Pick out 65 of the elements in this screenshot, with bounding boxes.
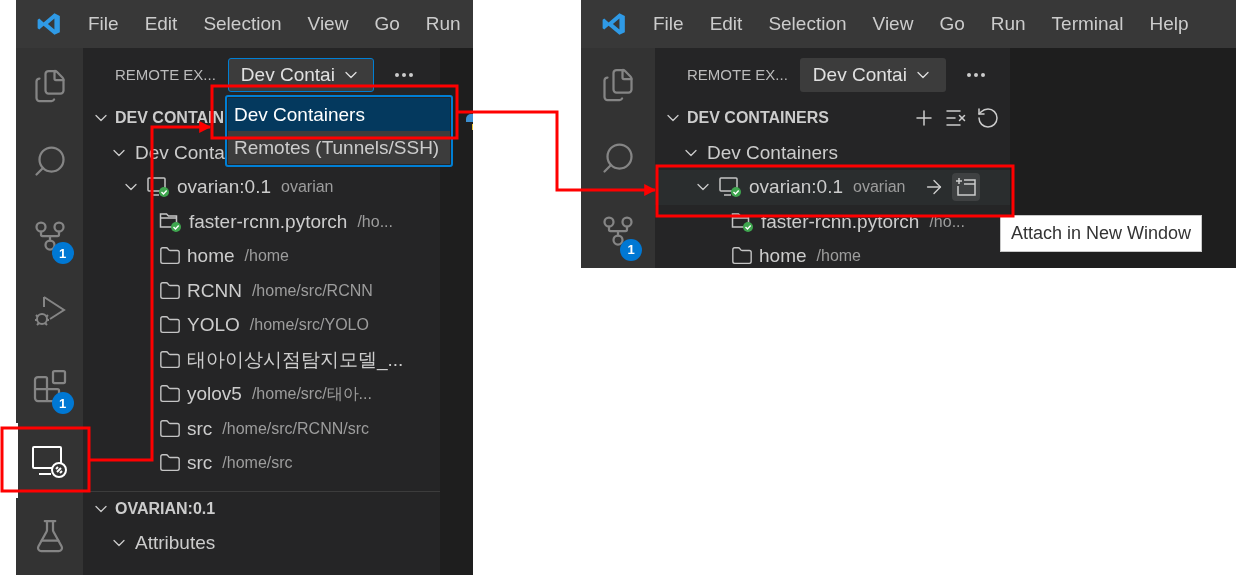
- view-picker-dropdown[interactable]: Dev Contai: [799, 57, 946, 92]
- folder-icon: [159, 279, 181, 302]
- tree-item-label[interactable]: Attributes: [135, 532, 216, 555]
- action-hover-highlight[interactable]: [951, 173, 980, 202]
- tree-item-description: ovarian: [853, 178, 906, 197]
- row-hover-highlight[interactable]: ovarian:0.1 ovarian: [655, 170, 1010, 205]
- folder-check-icon: [159, 210, 183, 233]
- section-title[interactable]: OVARIAN:0.1: [115, 499, 440, 518]
- tree-item-label[interactable]: RCNN: [187, 279, 242, 302]
- tree-item-label[interactable]: YOLO: [187, 314, 240, 337]
- tree-item-description: ovarian: [281, 178, 334, 197]
- files-icon: [600, 66, 636, 103]
- count-badge: 1: [51, 392, 74, 414]
- activity-bar-item[interactable]: 1: [16, 348, 83, 423]
- tree-item-description: /home: [244, 247, 289, 266]
- count-badge: 1: [51, 242, 74, 264]
- activity-bar-item[interactable]: 1: [16, 198, 83, 273]
- menu-item[interactable]: Go: [939, 13, 965, 35]
- menu-item[interactable]: Terminal: [1051, 13, 1124, 35]
- tree-item-description: /home/src/태아...: [251, 383, 372, 404]
- activity-bar-item[interactable]: 1: [581, 194, 655, 268]
- view-title: REMOTE EX...: [687, 66, 788, 83]
- app-logo-icon: [36, 11, 62, 37]
- new-window-icon: [954, 177, 977, 198]
- menu-option[interactable]: Dev Containers: [228, 98, 450, 131]
- tree-item-description: /home/src/RCNN/src: [222, 419, 369, 438]
- refresh-icon[interactable]: [976, 106, 1000, 131]
- menu-item[interactable]: Run: [425, 13, 461, 35]
- tree-item-description: /ho...: [357, 212, 393, 231]
- tree-item-label[interactable]: src: [187, 452, 213, 475]
- menu-item[interactable]: Go: [374, 13, 400, 35]
- menu-item[interactable]: Edit: [709, 13, 743, 35]
- menu-item[interactable]: Run: [990, 13, 1026, 35]
- view-title: REMOTE EX...: [115, 66, 216, 83]
- monitor-check-icon: [147, 176, 171, 199]
- tree-item-label[interactable]: ovarian:0.1: [177, 176, 271, 199]
- tree-item-label[interactable]: home: [187, 245, 235, 268]
- count-badge: 1: [620, 238, 642, 261]
- tree-item-description: /home/src/YOLO: [249, 316, 369, 335]
- folder-icon: [159, 417, 181, 440]
- folder-icon: [159, 348, 181, 371]
- search-icon: [600, 140, 636, 176]
- tree-item-label[interactable]: src: [187, 417, 213, 440]
- monitor-check-icon: [719, 176, 743, 199]
- app-logo-icon: [601, 11, 627, 37]
- tree-item-label[interactable]: ovarian:0.1: [749, 176, 843, 199]
- menu-item[interactable]: Edit: [144, 13, 178, 35]
- tree-item-label[interactable]: Dev Containers: [707, 141, 838, 164]
- tree-item-label[interactable]: yolov5: [187, 383, 242, 406]
- menu-item[interactable]: File: [88, 13, 119, 35]
- folder-check-icon: [731, 210, 755, 233]
- menu-item[interactable]: View: [307, 13, 349, 35]
- menu-item[interactable]: File: [653, 13, 684, 35]
- menu-item[interactable]: View: [872, 13, 914, 35]
- tree-item-label[interactable]: 태아이상시점탐지모델_...: [187, 346, 404, 373]
- tooltip: Attach in New Window: [1000, 215, 1203, 252]
- section-title[interactable]: DEV CONTAINERS: [687, 109, 908, 128]
- menu-item[interactable]: Help: [1149, 13, 1189, 35]
- tree-item-description: /home: [816, 247, 861, 266]
- tree-item-description: /home/src: [222, 454, 293, 473]
- tree-item-description: /home/src/RCNN: [251, 281, 373, 300]
- menu-item[interactable]: Selection: [203, 13, 282, 35]
- tree-item-label[interactable]: home: [759, 245, 807, 268]
- menu-item[interactable]: Selection: [768, 13, 847, 35]
- tree-item-label[interactable]: faster-rcnn.pytorch: [189, 210, 348, 233]
